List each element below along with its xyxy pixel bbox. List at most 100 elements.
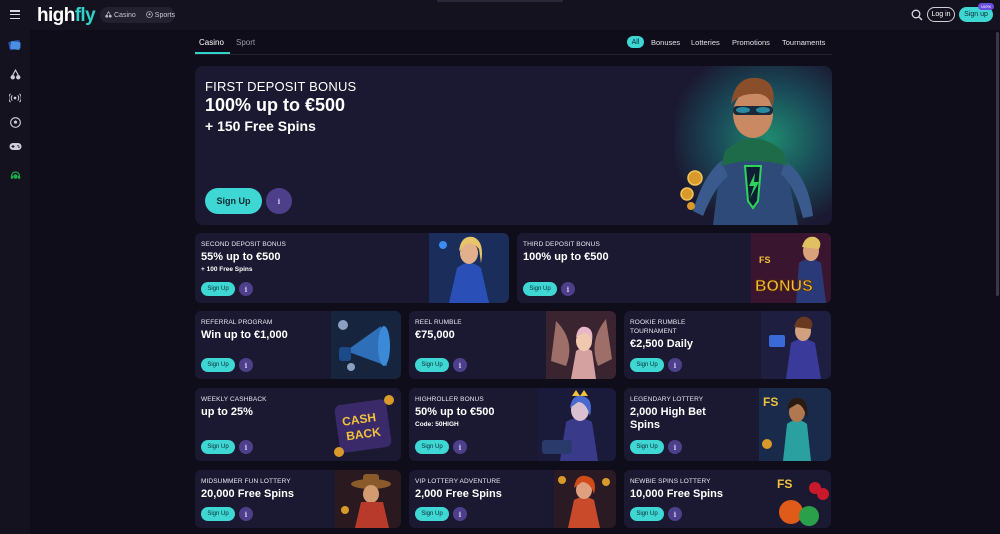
tab-casino[interactable]: Casino <box>199 38 224 47</box>
filter-all[interactable]: All <box>627 36 644 48</box>
fs-art-text: FS <box>777 477 792 491</box>
promo-card-legendary-lottery: LEGENDARY LOTTERY 2,000 High Bet Spins S… <box>624 388 831 461</box>
support-headset-icon[interactable] <box>8 169 22 183</box>
heroine-illustration <box>429 233 509 303</box>
card-signup-button[interactable]: Sign Up <box>201 282 235 296</box>
card-title: 55% up to €500 <box>201 251 281 263</box>
promo-card-newbie-spins: NEWBIE SPINS LOTTERY 10,000 Free Spins S… <box>624 470 831 528</box>
soccer-ball-icon[interactable] <box>8 115 22 129</box>
info-icon[interactable]: i <box>453 507 467 521</box>
card-signup-button[interactable]: Sign Up <box>630 358 664 372</box>
info-icon[interactable]: i <box>453 440 467 454</box>
fs-art-text: FS <box>759 255 771 265</box>
card-eyebrow-line2: TOURNAMENT <box>630 328 677 335</box>
fairy-illustration <box>546 311 616 379</box>
megaphone-illustration <box>331 311 401 379</box>
gamepad-icon[interactable] <box>8 139 22 153</box>
card-title: 2,000 Free Spins <box>415 488 502 500</box>
casino-sports-toggle: Casino Sports <box>100 7 175 23</box>
signup-button-label: Sign up <box>964 11 988 18</box>
card-signup-button[interactable]: Sign Up <box>201 440 235 454</box>
card-eyebrow: SECOND DEPOSIT BONUS <box>201 241 286 248</box>
card-title: 20,000 Free Spins <box>201 488 294 500</box>
menu-icon[interactable] <box>10 10 20 20</box>
card-signup-button[interactable]: Sign Up <box>415 440 449 454</box>
promo-card-reel-rumble: REEL RUMBLE €75,000 Sign Up i <box>409 311 616 379</box>
card-eyebrow: MIDSUMMER FUN LOTTERY <box>201 478 291 485</box>
filter-lotteries[interactable]: Lotteries <box>691 38 720 47</box>
promo-card-icon[interactable] <box>8 38 22 52</box>
sidebar <box>0 30 30 534</box>
cherries-icon[interactable] <box>8 67 22 81</box>
rookie-hero-illustration <box>761 311 831 379</box>
info-icon[interactable]: i <box>668 507 682 521</box>
card-eyebrow: VIP LOTTERY ADVENTURE <box>415 478 501 485</box>
toggle-sports[interactable]: Sports <box>141 7 180 23</box>
mermaid-illustration: FS <box>759 388 831 461</box>
card-signup-button[interactable]: Sign Up <box>630 507 664 521</box>
card-signup-button[interactable]: Sign Up <box>523 282 557 296</box>
card-signup-button[interactable]: Sign Up <box>201 358 235 372</box>
cherries-icon <box>105 10 112 20</box>
top-center-notch <box>437 0 563 2</box>
card-eyebrow: REFERRAL PROGRAM <box>201 319 273 326</box>
card-subtitle: + 100 Free Spins <box>201 266 253 273</box>
promo-card-midsummer-lottery: MIDSUMMER FUN LOTTERY 20,000 Free Spins … <box>195 470 401 528</box>
info-icon[interactable]: i <box>668 358 682 372</box>
tab-sport[interactable]: Sport <box>236 38 255 47</box>
scrollbar-thumb[interactable] <box>996 32 999 296</box>
card-title: €75,000 <box>415 329 455 341</box>
login-button[interactable]: Log in <box>927 7 955 22</box>
filter-promotions[interactable]: Promotions <box>732 38 770 47</box>
search-icon[interactable] <box>911 8 923 21</box>
info-icon[interactable]: i <box>239 358 253 372</box>
signup-button[interactable]: Sign up 100% <box>959 3 994 22</box>
logo[interactable]: highfly <box>37 5 96 27</box>
card-title: Win up to €1,000 <box>201 329 288 341</box>
card-promo-code: Code: 50HIGH <box>415 421 459 428</box>
promo-card-second-deposit: SECOND DEPOSIT BONUS 55% up to €500 + 10… <box>195 233 509 303</box>
toggle-sports-label: Sports <box>154 11 176 19</box>
signup-bonus-badge: 100% <box>977 3 994 10</box>
card-title: 10,000 Free Spins <box>630 488 723 500</box>
vip-girl-illustration <box>554 470 616 528</box>
info-icon[interactable]: i <box>668 440 682 454</box>
card-signup-button[interactable]: Sign Up <box>415 358 449 372</box>
tabs-divider <box>195 54 832 55</box>
info-icon[interactable]: i <box>239 507 253 521</box>
card-signup-button[interactable]: Sign Up <box>201 507 235 521</box>
cashback-chest-illustration: CASH BACK <box>329 388 401 461</box>
info-icon[interactable]: i <box>239 282 253 296</box>
promo-card-rookie-rumble: ROOKIE RUMBLE TOURNAMENT €2,500 Daily Si… <box>624 311 831 379</box>
promo-card-referral: REFERRAL PROGRAM Win up to €1,000 Sign U… <box>195 311 401 379</box>
fruits-illustration: FS <box>771 470 831 528</box>
card-title: up to 25% <box>201 406 253 418</box>
superhero-illustration <box>673 66 832 225</box>
filter-bonuses[interactable]: Bonuses <box>651 38 680 47</box>
card-eyebrow: LEGENDARY LOTTERY <box>630 396 704 403</box>
hero-signup-button[interactable]: Sign Up <box>205 188 262 214</box>
card-signup-button[interactable]: Sign Up <box>415 507 449 521</box>
info-icon[interactable]: i <box>266 188 292 214</box>
card-title: 2,000 High Bet <box>630 406 706 418</box>
card-eyebrow: THIRD DEPOSIT BONUS <box>523 241 600 248</box>
promo-card-weekly-cashback: WEEKLY CASHBACK up to 25% Sign Up i CASH… <box>195 388 401 461</box>
cowboy-illustration <box>335 470 401 528</box>
promo-card-highroller: HIGHROLLER BONUS 50% up to €500 Code: 50… <box>409 388 616 461</box>
logo-text-high: high <box>37 5 75 26</box>
promo-card-third-deposit: THIRD DEPOSIT BONUS 100% up to €500 Sign… <box>517 233 831 303</box>
hero-eyebrow: FIRST DEPOSIT BONUS <box>205 79 357 94</box>
live-broadcast-icon[interactable] <box>8 91 22 105</box>
hero-title: 100% up to €500 <box>205 95 346 115</box>
info-icon[interactable]: i <box>561 282 575 296</box>
info-icon[interactable]: i <box>239 440 253 454</box>
card-title: €2,500 Daily <box>630 338 693 350</box>
hero-banner: FIRST DEPOSIT BONUS 100% up to €500 + 15… <box>195 66 832 225</box>
toggle-casino[interactable]: Casino <box>100 7 141 23</box>
top-bar: highfly Casino Sports Log in Sign up 100… <box>0 0 1000 30</box>
bonus-art-text: BONUS <box>755 278 813 295</box>
card-signup-button[interactable]: Sign Up <box>630 440 664 454</box>
toggle-casino-label: Casino <box>114 11 136 19</box>
filter-tournaments[interactable]: Tournaments <box>782 38 825 47</box>
info-icon[interactable]: i <box>453 358 467 372</box>
